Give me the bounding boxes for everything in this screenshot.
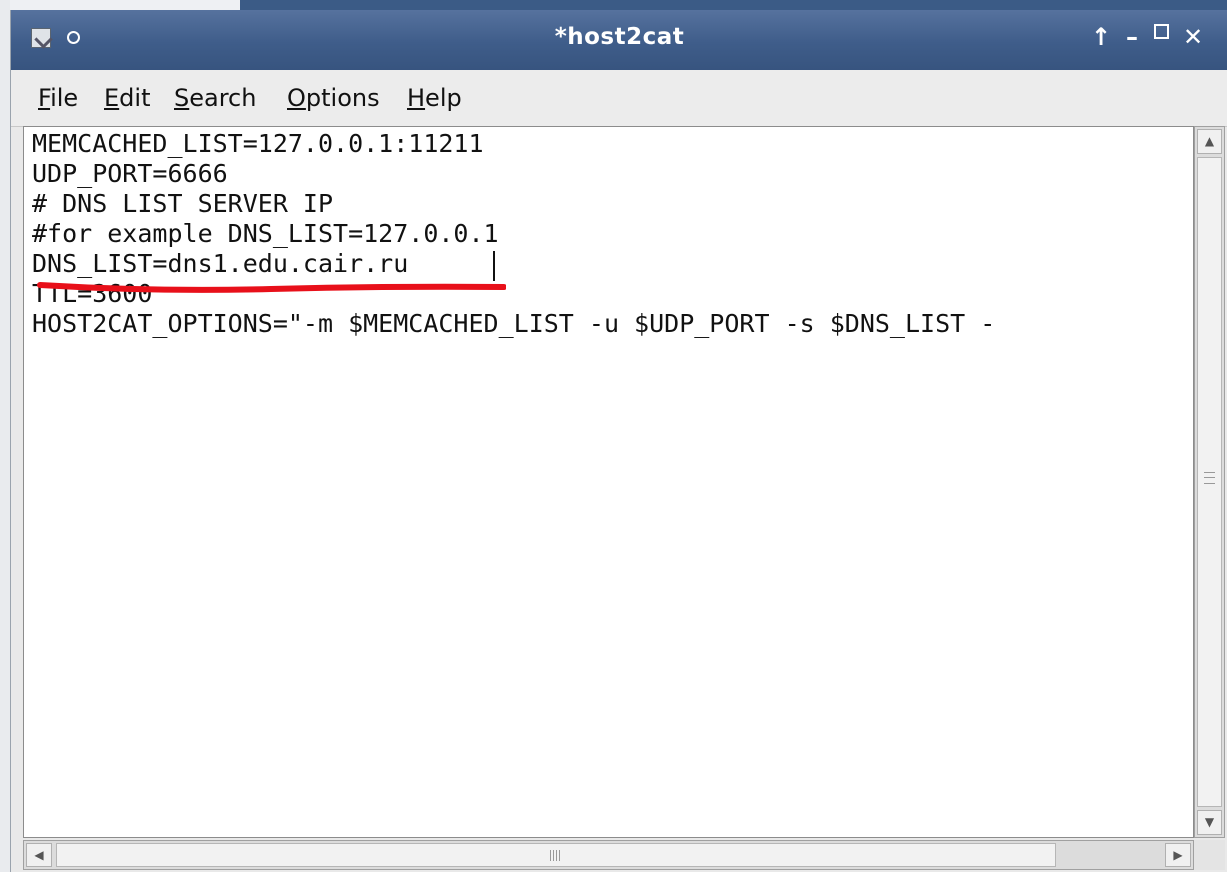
menu-edit[interactable]: Edit (104, 84, 150, 112)
menu-file-label: ile (50, 84, 79, 112)
menu-options-mnemonic: O (287, 84, 306, 112)
menu-file-mnemonic: F (38, 84, 51, 112)
scroll-down-icon[interactable]: ▼ (1197, 810, 1222, 835)
editor-line[interactable]: #for example DNS_LIST=127.0.0.1 (32, 219, 499, 249)
horizontal-scrollbar[interactable]: ◀ ▶ (23, 840, 1194, 870)
grip-icon (550, 850, 562, 861)
desktop-panel (240, 0, 1227, 10)
menu-edit-label: dit (119, 84, 151, 112)
menu-search[interactable]: Search (174, 84, 256, 112)
text-editor-area[interactable]: MEMCACHED_LIST=127.0.0.1:11211 UDP_PORT=… (23, 126, 1194, 838)
grip-icon (1204, 472, 1215, 484)
shade-button[interactable]: ↑ (1091, 22, 1111, 52)
editor-line[interactable]: HOST2CAT_OPTIONS="-m $MEMCACHED_LIST -u … (32, 309, 995, 339)
menu-help-label: elp (425, 84, 462, 112)
text-cursor (493, 251, 495, 281)
editor-line[interactable]: UDP_PORT=6666 (32, 159, 228, 189)
vertical-scroll-thumb[interactable] (1197, 157, 1222, 807)
menu-search-label: earch (189, 84, 257, 112)
editor-line[interactable]: MEMCACHED_LIST=127.0.0.1:11211 (32, 129, 484, 159)
vertical-scrollbar[interactable]: ▲ ▼ (1194, 126, 1225, 838)
menu-file[interactable]: File (38, 84, 78, 112)
window-title: *host2cat (554, 24, 685, 50)
menu-search-mnemonic: S (174, 84, 190, 112)
menu-bar: File Edit Search Options Help (11, 70, 1227, 127)
minimize-button[interactable]: – (1126, 22, 1138, 52)
title-bar[interactable]: *host2cat ↑ – ✕ (11, 10, 1227, 70)
menu-edit-mnemonic: E (104, 84, 120, 112)
editor-line[interactable]: DNS_LIST=dns1.edu.cair.ru (32, 249, 408, 279)
close-button[interactable]: ✕ (1183, 22, 1203, 52)
editor-window: *host2cat ↑ – ✕ File Edit Search Options… (10, 10, 1227, 872)
menu-help-mnemonic: H (407, 84, 426, 112)
editor-line[interactable]: TTL=3600 (32, 279, 152, 309)
maximize-button[interactable] (1154, 24, 1169, 39)
scroll-up-icon[interactable]: ▲ (1197, 129, 1222, 154)
menu-help[interactable]: Help (407, 84, 462, 112)
scroll-left-icon[interactable]: ◀ (26, 843, 52, 867)
scroll-right-icon[interactable]: ▶ (1165, 843, 1191, 867)
desktop-edge (0, 0, 10, 872)
menu-options[interactable]: Options (287, 84, 380, 112)
scrollbar-corner (1194, 840, 1225, 870)
menu-options-label: ptions (305, 84, 380, 112)
editor-line[interactable]: # DNS LIST SERVER IP (32, 189, 333, 219)
horizontal-scroll-thumb[interactable] (56, 843, 1056, 867)
